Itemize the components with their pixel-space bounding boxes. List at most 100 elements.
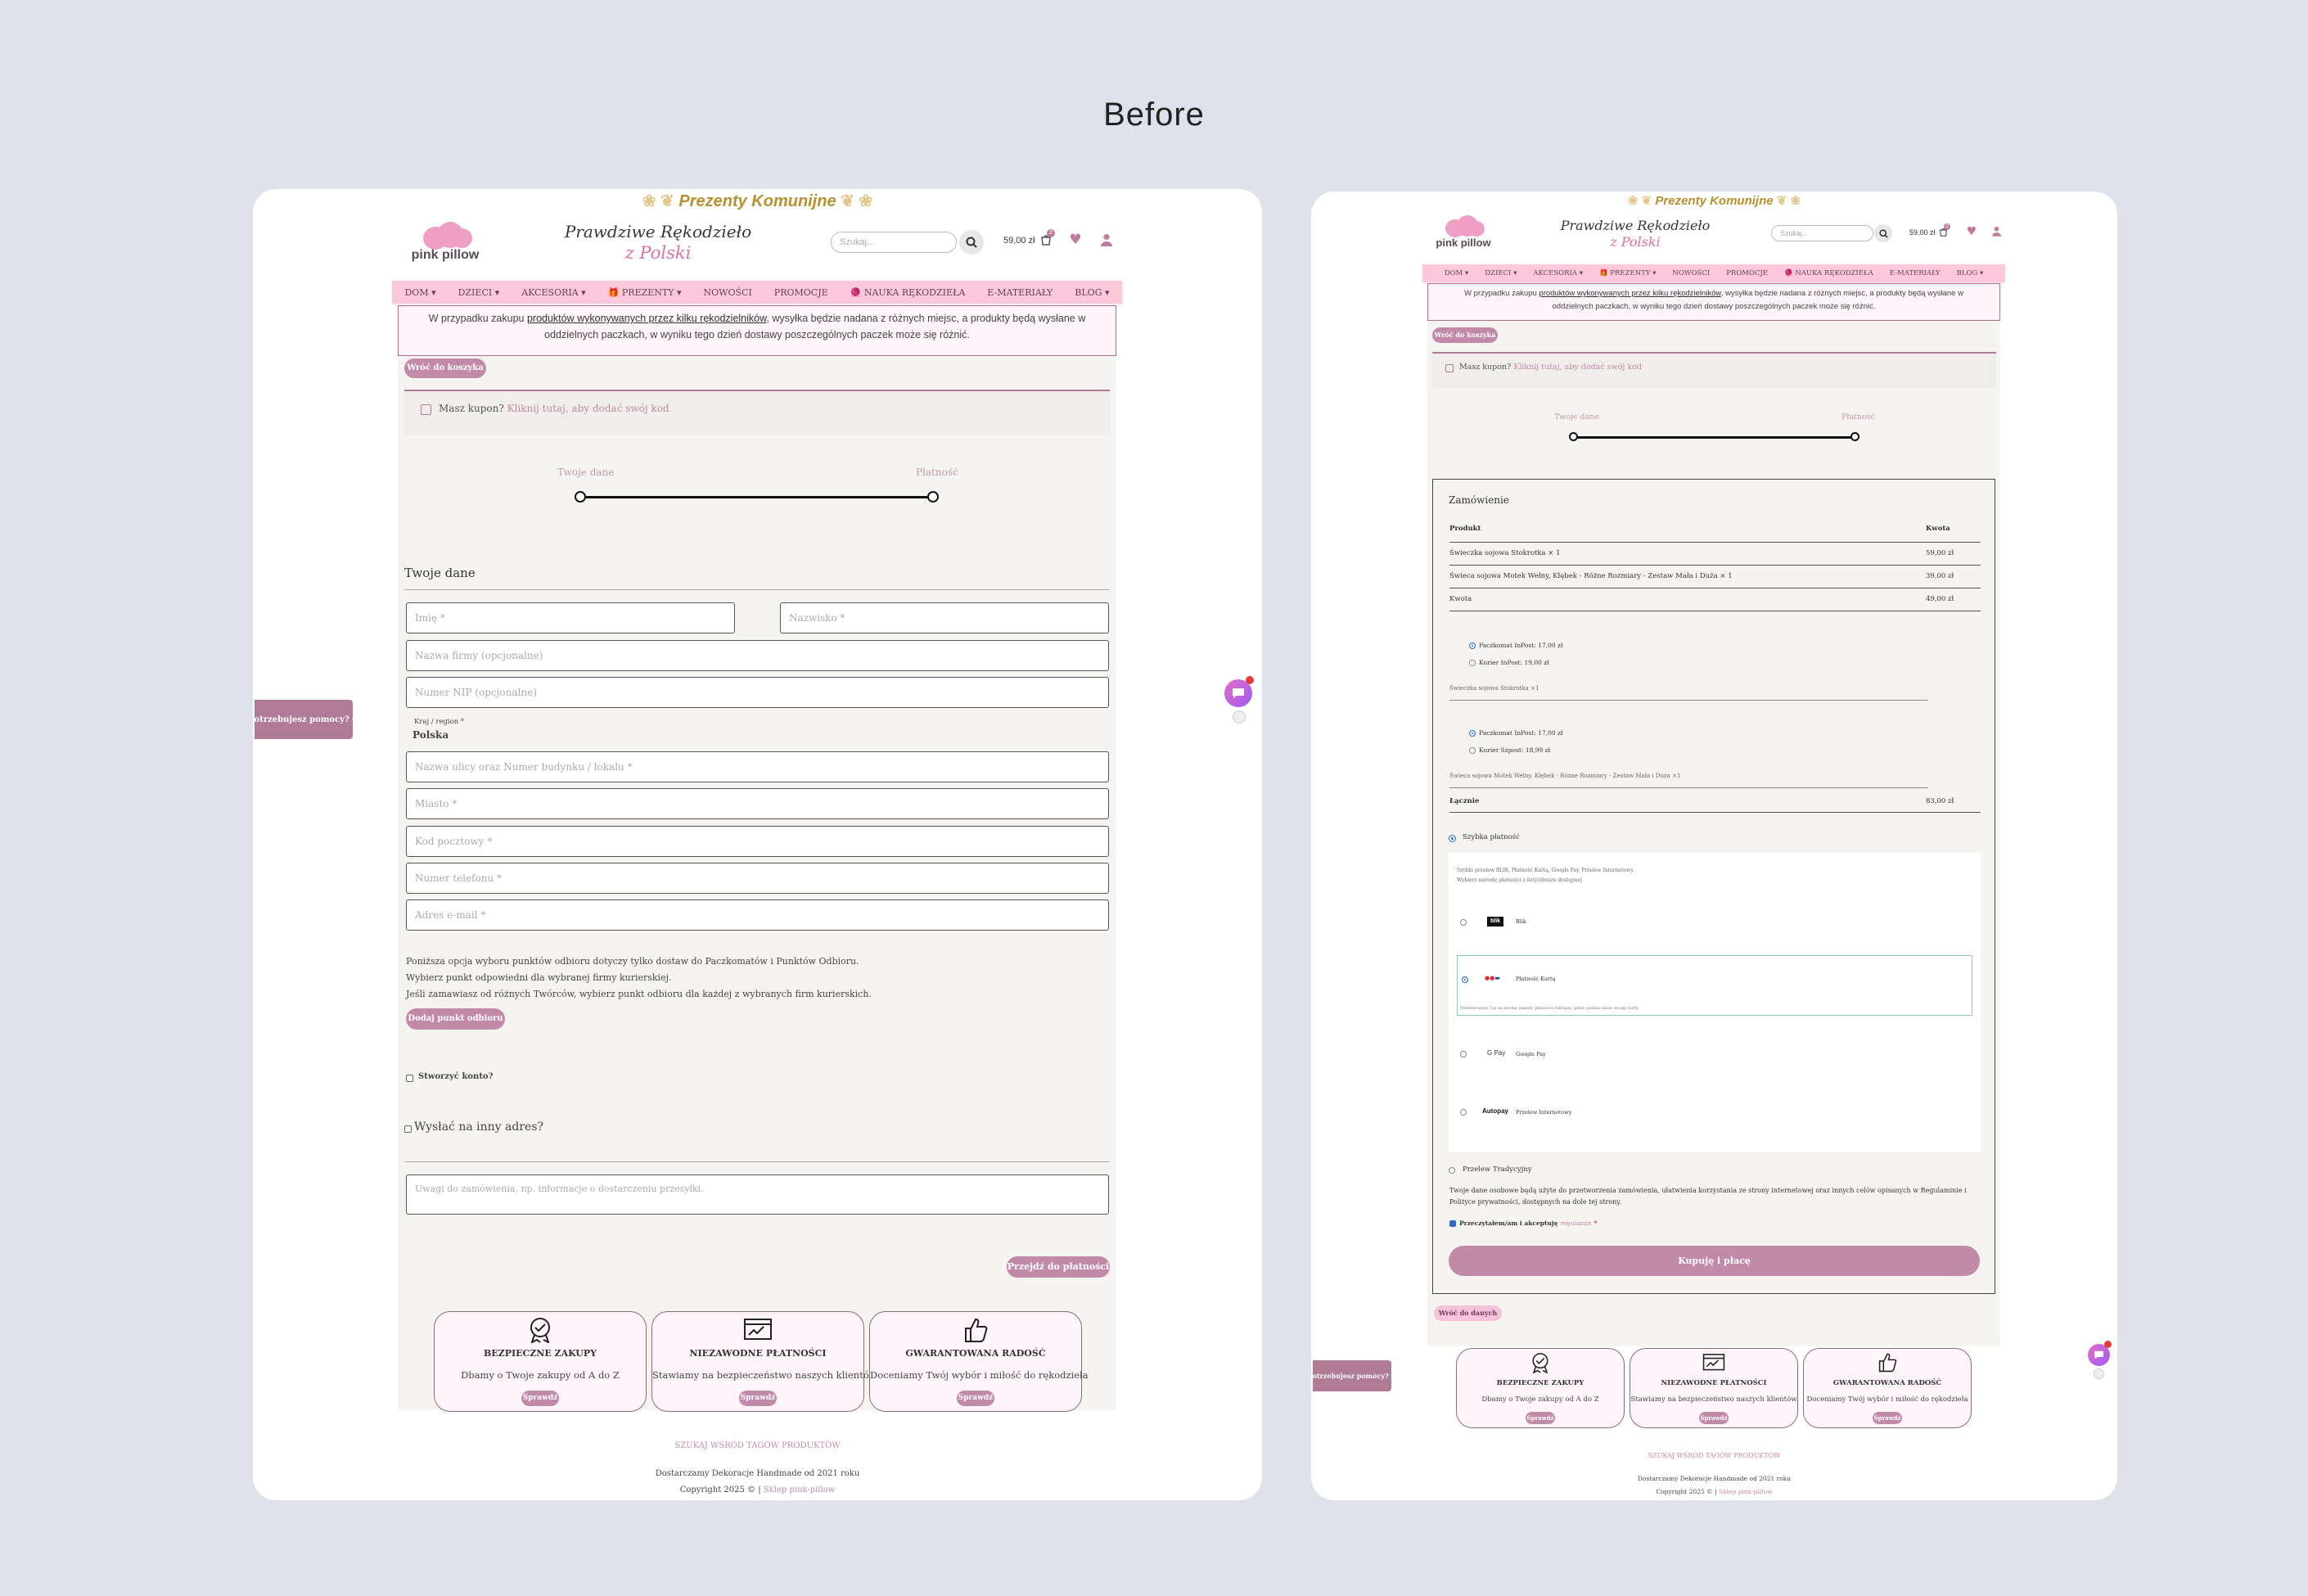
shipping1-option-paczkomat-radio[interactable]: [1469, 642, 1476, 649]
street-field[interactable]: Nazwa ulicy oraz Numer budynku / lokalu …: [406, 751, 1109, 782]
order-item-amount: 39,00 zł: [1926, 572, 1954, 580]
nav-item-prezenty[interactable]: 🎁 PREZENTY ▾: [1599, 269, 1656, 277]
pickup-info-line: Wybierz punkt odpowiedni dla wybranej fi…: [406, 972, 672, 983]
promo-banner[interactable]: ❀ ❦ Prezenty Komunijne ❦ ❀: [253, 189, 1262, 214]
go-to-payment-button[interactable]: Przejdź do płatności: [1007, 1256, 1110, 1278]
order-notes-textarea[interactable]: Uwagi do zamówienia, np. informacje o do…: [406, 1174, 1109, 1215]
promo-banner[interactable]: ❀ ❦ Prezenty Komunijne ❦ ❀: [1311, 192, 2117, 211]
coupon-label: Masz kupon?: [439, 403, 504, 414]
form-title: Twoje dane: [404, 566, 476, 580]
shipping2-option-paczkomat-radio[interactable]: [1469, 730, 1476, 737]
payment-card-radio[interactable]: [1462, 976, 1468, 983]
country-value[interactable]: Polska: [412, 729, 449, 741]
nav-item-ematerialy[interactable]: E-MATERIAŁY: [1890, 269, 1941, 277]
shipping1-option-kurier-radio[interactable]: [1469, 660, 1476, 666]
nav-item-dom[interactable]: DOM ▾: [1445, 269, 1468, 277]
ship-other-label: Wysłać na inny adres?: [414, 1120, 544, 1134]
copyright-link[interactable]: Sklep pink-pillow: [1719, 1488, 1773, 1495]
buy-and-pay-button[interactable]: Kupuję i płacę: [1449, 1246, 1980, 1276]
help-tab-label: Potrzebujesz pomocy?: [253, 715, 349, 724]
payment-transfer-radio[interactable]: [1460, 1109, 1467, 1116]
search-button[interactable]: [1874, 224, 1892, 242]
nav-item-prezenty[interactable]: 🎁 PREZENTY ▾: [608, 287, 682, 298]
nav-item-blog[interactable]: BLOG ▾: [1957, 269, 1984, 277]
shipping2-option-kurier-radio[interactable]: [1469, 747, 1476, 754]
city-field[interactable]: Miasto *: [406, 788, 1109, 819]
feature-button[interactable]: Sprawdź: [739, 1391, 777, 1406]
cart-amount[interactable]: 59,00 zł: [1909, 228, 1936, 237]
deco-left-icon: ❀ ❦: [1627, 194, 1656, 208]
nip-field[interactable]: Numer NIP (opcjonalne): [406, 677, 1109, 708]
search-input[interactable]: Szukaj...: [1771, 225, 1873, 241]
fast-payment-radio[interactable]: [1449, 835, 1456, 842]
order-subtotal-label: Kwota: [1449, 595, 1472, 603]
notice-text: W przypadku zakupu: [428, 313, 527, 324]
ship-other-checkbox[interactable]: [404, 1125, 412, 1133]
terms-link[interactable]: regulamin: [1560, 1220, 1592, 1227]
chat-secondary-icon[interactable]: [2094, 1368, 2104, 1379]
phone-field[interactable]: Numer telefonu *: [406, 863, 1109, 894]
payment-transfer-label: Przelew Internetowy: [1516, 1109, 1572, 1116]
first-name-field[interactable]: Imię *: [406, 602, 735, 633]
create-account-checkbox[interactable]: [406, 1075, 413, 1082]
copyright-link[interactable]: Sklep pink-pillow: [764, 1486, 836, 1495]
chat-secondary-icon[interactable]: [1233, 710, 1246, 724]
feature-button[interactable]: Sprawdź: [1873, 1412, 1902, 1424]
notice-link[interactable]: produktów wykonywanych przez kilku rękod…: [1539, 289, 1720, 298]
step-dot-payment: [1850, 432, 1859, 441]
notice-link[interactable]: produktów wykonywanych przez kilku rękod…: [527, 313, 767, 324]
heart-icon[interactable]: ♥: [1966, 225, 1977, 238]
tags-link[interactable]: SZUKAJ WŚRÓD TAGÓW PRODUKTÓW: [253, 1441, 1262, 1450]
coupon-link[interactable]: Kliknij tutaj, aby dodać swój kod: [507, 403, 669, 414]
payment-blik-radio[interactable]: [1460, 919, 1467, 926]
order-total: 83,00 zł: [1926, 797, 1954, 805]
feature-button[interactable]: Sprawdź: [1699, 1412, 1729, 1424]
nav-item-ematerialy[interactable]: E-MATERIAŁY: [987, 287, 1053, 298]
nav-item-nowosci[interactable]: NOWOŚCI: [1672, 269, 1710, 277]
traditional-transfer-radio[interactable]: [1449, 1167, 1455, 1174]
back-to-cart-button[interactable]: Wróć do koszyka: [404, 358, 486, 378]
search-input[interactable]: Szukaj...: [831, 232, 957, 253]
nav-item-promocje[interactable]: PROMOCJE: [774, 287, 828, 298]
help-tab[interactable]: Potrzebujesz pomocy? ✆: [253, 700, 359, 739]
nav-item-blog[interactable]: BLOG ▾: [1075, 287, 1109, 298]
nav-item-nauka[interactable]: 🧶 NAUKA RĘKODZIEŁA: [1784, 269, 1873, 277]
shipping-notice: W przypadku zakupu produktów wykonywanyc…: [1427, 283, 2000, 321]
user-icon[interactable]: [1991, 225, 2002, 237]
payment-gpay-radio[interactable]: [1460, 1051, 1467, 1057]
feature-button[interactable]: Sprawdź: [1526, 1412, 1555, 1424]
company-field[interactable]: Nazwa firmy (opcjonalne): [406, 640, 1109, 671]
tagline-line2: z Polski: [1610, 234, 1661, 250]
deco-right-icon: ❦ ❀: [836, 192, 873, 210]
postcode-field[interactable]: Kod pocztowy *: [406, 826, 1109, 857]
nav-item-dzieci[interactable]: DZIECI ▾: [458, 287, 500, 298]
nav-item-promocje[interactable]: PROMOCJE: [1726, 269, 1768, 277]
logo[interactable]: pink pillow: [408, 220, 482, 265]
tags-link[interactable]: SZUKAJ WŚRÓD TAGÓW PRODUKTÓW: [1311, 1452, 2117, 1459]
help-tab[interactable]: Potrzebujesz pomocy? ✆: [1311, 1360, 1396, 1391]
search-button[interactable]: [959, 230, 984, 255]
nav-item-dom[interactable]: DOM ▾: [404, 287, 435, 298]
email-field[interactable]: Adres e-mail *: [406, 899, 1109, 931]
user-icon[interactable]: [1100, 232, 1113, 247]
feature-button[interactable]: Sprawdź: [957, 1391, 994, 1406]
pickup-info-line: Poniższa opcja wyboru punktów odbioru do…: [406, 956, 859, 967]
logo[interactable]: pink pillow: [1434, 214, 1493, 252]
feature-button[interactable]: Sprawdź: [521, 1391, 559, 1406]
heart-icon[interactable]: ♥: [1068, 232, 1083, 248]
feature-desc: Stawiamy na bezpieczeństwo naszych klien…: [652, 1369, 877, 1381]
coupon-link[interactable]: Kliknij tutaj, aby dodać swój kod: [1513, 363, 1642, 372]
nav-item-nauka[interactable]: 🧶 NAUKA RĘKODZIEŁA: [850, 287, 966, 298]
nav-item-akcesoria[interactable]: AKCESORIA ▾: [1533, 269, 1583, 277]
nav-item-dzieci[interactable]: DZIECI ▾: [1485, 269, 1517, 277]
cart-amount[interactable]: 59,00 zł: [1003, 236, 1035, 246]
add-pickup-point-button[interactable]: Dodaj punkt odbioru: [406, 1008, 505, 1030]
deco-left-icon: ❀ ❦: [642, 192, 679, 210]
heading: Before: [1103, 97, 1205, 133]
nav-item-akcesoria[interactable]: AKCESORIA ▾: [521, 287, 585, 298]
terms-checkbox[interactable]: [1449, 1220, 1456, 1227]
last-name-field[interactable]: Nazwisko *: [780, 602, 1109, 633]
nav-item-nowosci[interactable]: NOWOŚCI: [704, 287, 752, 298]
back-to-cart-button[interactable]: Wróć do koszyka: [1432, 327, 1498, 343]
back-to-data-button[interactable]: Wróć do danych: [1434, 1305, 1502, 1321]
